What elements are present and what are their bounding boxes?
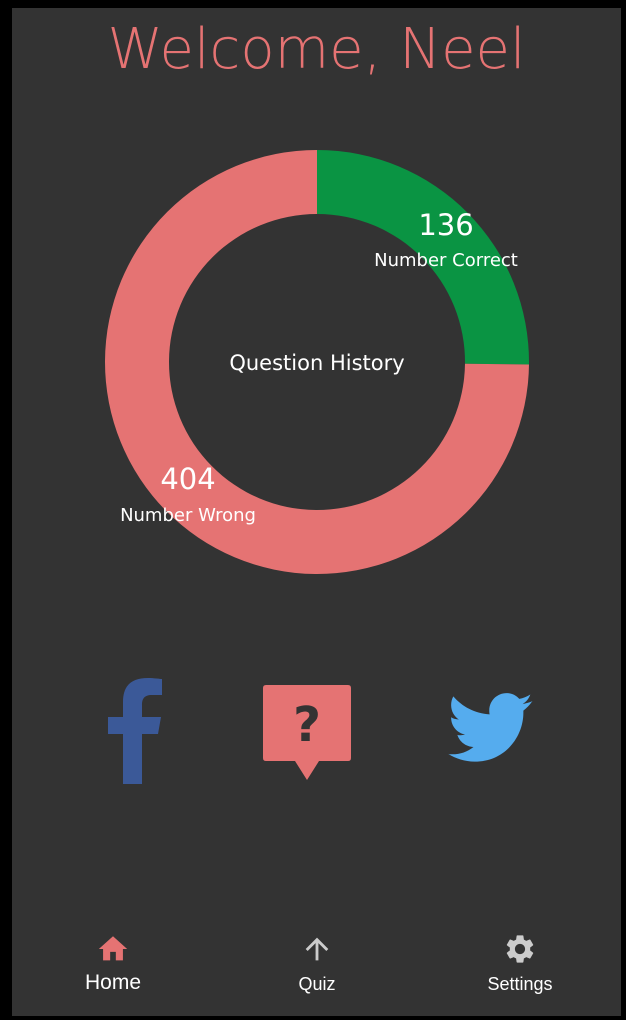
question-history-chart: Question History 136 Number Correct 404 …	[104, 150, 529, 574]
twitter-share-button[interactable]	[446, 692, 534, 766]
svg-text:?: ?	[293, 697, 321, 753]
wrong-value-label: 404	[160, 462, 215, 496]
nav-label-quiz: Quiz	[298, 974, 336, 994]
home-icon	[98, 936, 128, 961]
app-screen: Welcome, Neel Question History 136 Numbe…	[12, 8, 621, 1016]
quiz-help-button[interactable]: ?	[262, 683, 352, 783]
correct-value-label: 136	[418, 208, 473, 242]
nav-item-settings[interactable]: Settings	[440, 928, 600, 1016]
question-speech-bubble-icon: ?	[263, 685, 351, 780]
facebook-share-button[interactable]	[100, 676, 170, 784]
wrong-name-label: Number Wrong	[120, 505, 256, 526]
chart-center-title: Question History	[229, 351, 404, 375]
nav-item-quiz[interactable]: Quiz	[237, 928, 397, 1016]
arrow-up-icon	[305, 937, 329, 961]
nav-label-home: Home	[84, 971, 142, 994]
nav-item-home[interactable]: Home	[33, 928, 193, 1016]
correct-name-label: Number Correct	[374, 250, 518, 271]
bottom-navigation: Home Quiz Settings	[12, 928, 621, 1016]
facebook-icon	[108, 678, 162, 784]
twitter-icon	[448, 693, 533, 762]
gear-icon	[506, 935, 534, 963]
nav-label-settings: Settings	[487, 974, 553, 994]
